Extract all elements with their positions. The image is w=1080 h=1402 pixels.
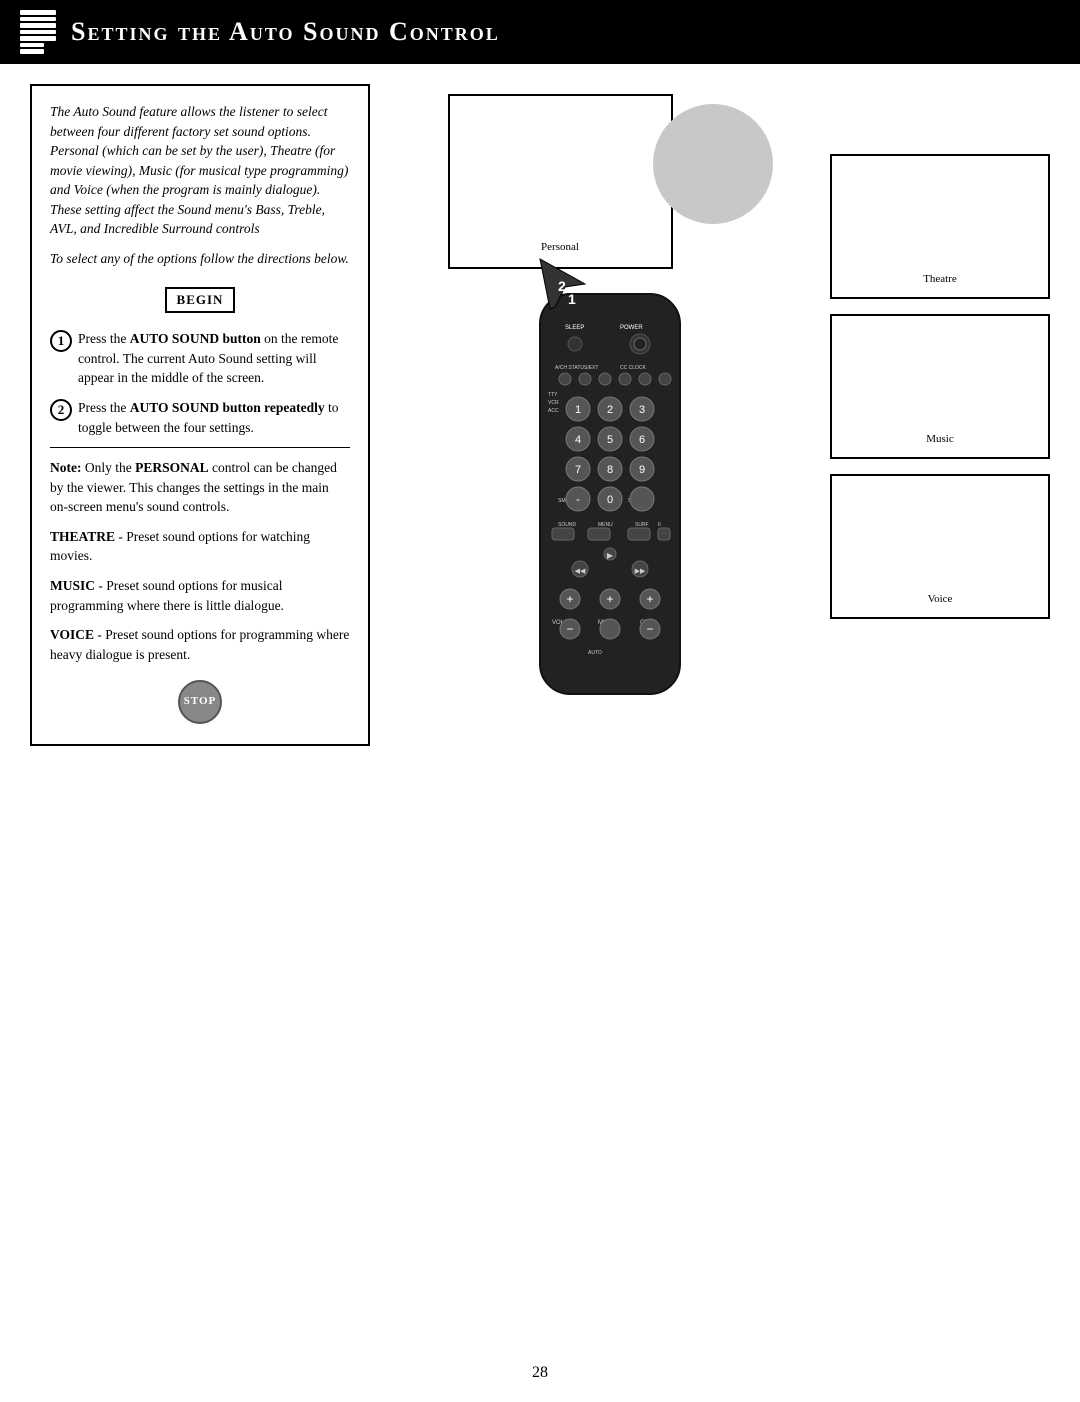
theatre-section: THEATRE - Preset sound options for watch…	[50, 527, 350, 566]
svg-text:ACC: ACC	[548, 408, 559, 414]
intro-text2: To select any of the options follow the …	[50, 249, 350, 269]
svg-text:9: 9	[639, 464, 645, 476]
svg-text:5: 5	[607, 434, 613, 446]
svg-text:+: +	[646, 592, 653, 606]
svg-text:−: −	[646, 622, 653, 636]
svg-text:6: 6	[639, 434, 645, 446]
svg-text:◀◀: ◀◀	[575, 568, 586, 575]
step-2-content: Press the AUTO SOUND button repeatedly t…	[78, 398, 350, 437]
intro-text: The Auto Sound feature allows the listen…	[50, 102, 350, 239]
diagram-area: Personal 2 1	[390, 84, 1050, 1344]
svg-text:SLEEP: SLEEP	[565, 325, 584, 331]
svg-text:2: 2	[607, 404, 613, 416]
divider	[50, 447, 350, 448]
svg-text:3: 3	[639, 404, 645, 416]
step-1-content: Press the AUTO SOUND button on the remot…	[78, 329, 350, 388]
svg-text:POWER: POWER	[620, 325, 643, 331]
main-content: The Auto Sound feature allows the listen…	[0, 64, 1080, 1364]
bg-circle	[653, 104, 773, 224]
screen-voice-label: Voice	[928, 593, 953, 605]
screen-theatre-label: Theatre	[923, 273, 957, 285]
page-number: 28	[532, 1364, 548, 1381]
screen-music: Music	[830, 314, 1050, 459]
svg-text:7: 7	[575, 464, 581, 476]
svg-text:8: 8	[607, 464, 613, 476]
main-screen-row: Personal	[448, 94, 773, 269]
svg-text:SOUND: SOUND	[558, 522, 576, 528]
svg-text:SURF: SURF	[635, 522, 649, 528]
step-2-number: 2	[50, 399, 72, 421]
screen-theatre: Theatre	[830, 154, 1050, 299]
remote-illustration: 2 1 SLEEP POWER	[510, 284, 710, 704]
screen-music-label: Music	[926, 433, 954, 445]
svg-text:+: +	[566, 592, 573, 606]
page-title: Setting the Auto Sound Control	[71, 17, 500, 47]
page-header: Setting the Auto Sound Control	[0, 0, 1080, 64]
svg-text:VCR: VCR	[548, 400, 559, 406]
begin-section: BEGIN	[50, 279, 350, 322]
svg-text:+: +	[606, 592, 613, 606]
page-number-section: 28	[0, 1364, 1080, 1402]
svg-text:II: II	[658, 522, 661, 528]
remote-control-svg: SLEEP POWER A/CH STATUS/EXT CC CLOCK	[510, 284, 710, 704]
svg-text:AUTO: AUTO	[588, 650, 602, 656]
cursor-icon: 2 1	[530, 239, 610, 319]
svg-text:CC CLOCK: CC CLOCK	[620, 365, 647, 371]
svg-text:-: -	[576, 494, 580, 506]
note-section: Note: Only the PERSONAL control can be c…	[50, 458, 350, 517]
instruction-box: The Auto Sound feature allows the listen…	[30, 84, 370, 746]
svg-text:0: 0	[607, 494, 613, 506]
voice-section: VOICE - Preset sound options for program…	[50, 625, 350, 664]
remote-icon	[20, 10, 56, 54]
svg-text:1: 1	[575, 404, 581, 416]
svg-text:▶▶: ▶▶	[635, 568, 646, 575]
step-1-number: 1	[50, 330, 72, 352]
svg-text:A/CH STATUS/EXT: A/CH STATUS/EXT	[555, 365, 598, 371]
screen-voice: Voice	[830, 474, 1050, 619]
step-2: 2 Press the AUTO SOUND button repeatedly…	[50, 398, 350, 437]
begin-badge: BEGIN	[165, 287, 236, 314]
svg-text:2: 2	[558, 278, 566, 294]
step-1: 1 Press the AUTO SOUND button on the rem…	[50, 329, 350, 388]
svg-text:MENU: MENU	[598, 522, 613, 528]
diagram-layout: Personal 2 1	[390, 84, 1050, 1344]
svg-text:1: 1	[568, 291, 576, 307]
svg-text:TTY: TTY	[548, 392, 558, 398]
svg-text:4: 4	[575, 434, 581, 446]
center-area: Personal 2 1	[390, 94, 830, 1344]
right-screens: Theatre Music Voice	[830, 94, 1050, 1344]
svg-text:▶: ▶	[607, 551, 614, 560]
music-section: MUSIC - Preset sound options for musical…	[50, 576, 350, 615]
stop-section: STOP	[50, 680, 350, 724]
stop-badge: STOP	[178, 680, 222, 724]
svg-text:−: −	[566, 622, 573, 636]
